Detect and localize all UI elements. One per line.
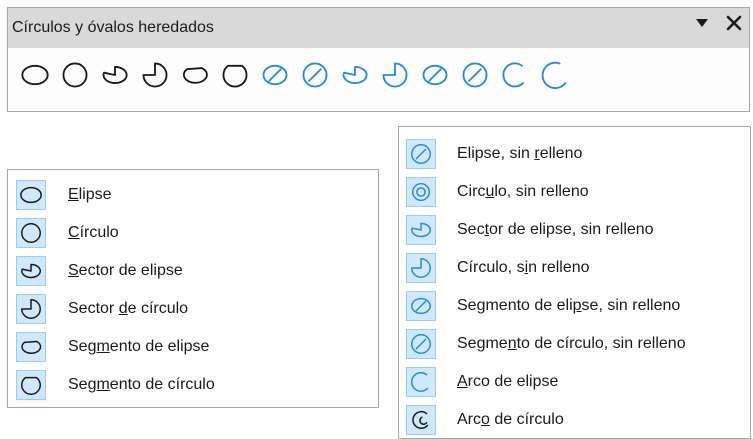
ellipse-arc-icon[interactable] bbox=[500, 60, 530, 90]
ellipse-pie-unfilled-icon[interactable] bbox=[340, 60, 370, 90]
circle-segment-icon[interactable] bbox=[220, 60, 250, 90]
circle-pie-icon[interactable] bbox=[140, 60, 170, 90]
circle-icon bbox=[16, 218, 46, 248]
menu-item-label: Círculo bbox=[68, 224, 119, 241]
menu-item-label: Segmento de elipse bbox=[68, 338, 210, 355]
toolbar-legacy-circles: Círculos y óvalos heredados bbox=[7, 7, 750, 112]
ellipse-icon[interactable] bbox=[20, 60, 50, 90]
menu-item-elipse[interactable]: Elipse bbox=[16, 179, 112, 211]
menu-item-label: Circulo, sin relleno bbox=[457, 183, 589, 200]
menu-unfilled-shapes: Elipse, sin relleno Circulo, sin relleno S… bbox=[398, 126, 751, 439]
circle-unfilled-icon[interactable] bbox=[300, 60, 330, 90]
toolbar-titlebar: Círculos y óvalos heredados bbox=[8, 8, 749, 48]
ellipse-unfilled-icon bbox=[406, 139, 436, 169]
ellipse-icon bbox=[16, 180, 46, 210]
menu-item-label: Sector de círculo bbox=[68, 300, 189, 317]
ellipse-pie-icon[interactable] bbox=[100, 60, 130, 90]
menu-item-sector-elipse[interactable]: Sector de elipse bbox=[16, 255, 183, 287]
ellipse-unfilled-icon[interactable] bbox=[260, 60, 290, 90]
ellipse-pie-unfilled-icon bbox=[406, 215, 436, 245]
menu-item-label: Segmento de elipse, sin relleno bbox=[457, 297, 681, 314]
menu-item-segmento-circulo[interactable]: Segmento de círculo bbox=[16, 369, 215, 401]
circle-pie-unfilled-icon[interactable] bbox=[380, 60, 410, 90]
menu-item-label: Segmento de círculo bbox=[68, 376, 215, 393]
menu-item-arco-elipse[interactable]: Arco de elipse bbox=[406, 365, 558, 399]
menu-item-segmento-circulo-sin-relleno[interactable]: Segmento de círculo, sin relleno bbox=[406, 327, 686, 361]
ellipse-segment-icon[interactable] bbox=[180, 60, 210, 90]
menu-item-label: Elipse, sin relleno bbox=[457, 145, 583, 162]
ellipse-pie-icon bbox=[16, 256, 46, 286]
circle-arc-icon bbox=[406, 405, 436, 435]
circle-unfilled-icon bbox=[406, 177, 436, 207]
menu-item-label: Elipse bbox=[68, 186, 112, 203]
menu-item-segmento-elipse-sin-relleno[interactable]: Segmento de elipse, sin relleno bbox=[406, 289, 680, 323]
menu-item-label: Círculo, sin relleno bbox=[457, 259, 590, 276]
circle-segment-unfilled-icon[interactable] bbox=[460, 60, 490, 90]
toolbar-title: Círculos y óvalos heredados bbox=[12, 19, 214, 36]
menu-item-arco-circulo[interactable]: Arco de círculo bbox=[406, 403, 564, 437]
close-icon[interactable] bbox=[725, 14, 743, 32]
menu-item-label: Sector de elipse, sin relleno bbox=[457, 221, 654, 238]
ellipse-segment-icon bbox=[16, 332, 46, 362]
toolbar-icon-row bbox=[20, 60, 570, 90]
circle-segment-unfilled-icon bbox=[406, 329, 436, 359]
ellipse-segment-unfilled-icon[interactable] bbox=[420, 60, 450, 90]
menu-item-circulo-sin-relleno[interactable]: Circulo, sin relleno bbox=[406, 175, 589, 209]
ellipse-arc-icon bbox=[406, 367, 436, 397]
circle-pie-icon bbox=[16, 294, 46, 324]
menu-item-segmento-elipse[interactable]: Segmento de elipse bbox=[16, 331, 209, 363]
circle-arc-icon[interactable] bbox=[540, 60, 570, 90]
menu-item-circulo-pie-sin-relleno[interactable]: Círculo, sin relleno bbox=[406, 251, 590, 285]
menu-filled-shapes: Elipse Círculo Sector de elipse Sector de c… bbox=[7, 169, 379, 408]
menu-item-sector-elipse-sin-relleno[interactable]: Sector de elipse, sin relleno bbox=[406, 213, 654, 247]
menu-item-sector-circulo[interactable]: Sector de círculo bbox=[16, 293, 188, 325]
menu-item-label: Segmento de círculo, sin relleno bbox=[457, 335, 686, 352]
circle-segment-icon bbox=[16, 370, 46, 400]
ellipse-segment-unfilled-icon bbox=[406, 291, 436, 321]
menu-item-circulo[interactable]: Círculo bbox=[16, 217, 119, 249]
triangle-down-icon[interactable] bbox=[693, 14, 711, 32]
circle-pie-unfilled-icon bbox=[406, 253, 436, 283]
menu-item-label: Sector de elipse bbox=[68, 262, 183, 279]
circle-icon[interactable] bbox=[60, 60, 90, 90]
menu-item-elipse-sin-relleno[interactable]: Elipse, sin relleno bbox=[406, 137, 582, 171]
menu-item-label: Arco de elipse bbox=[457, 373, 559, 390]
menu-item-label: Arco de círculo bbox=[457, 411, 564, 428]
